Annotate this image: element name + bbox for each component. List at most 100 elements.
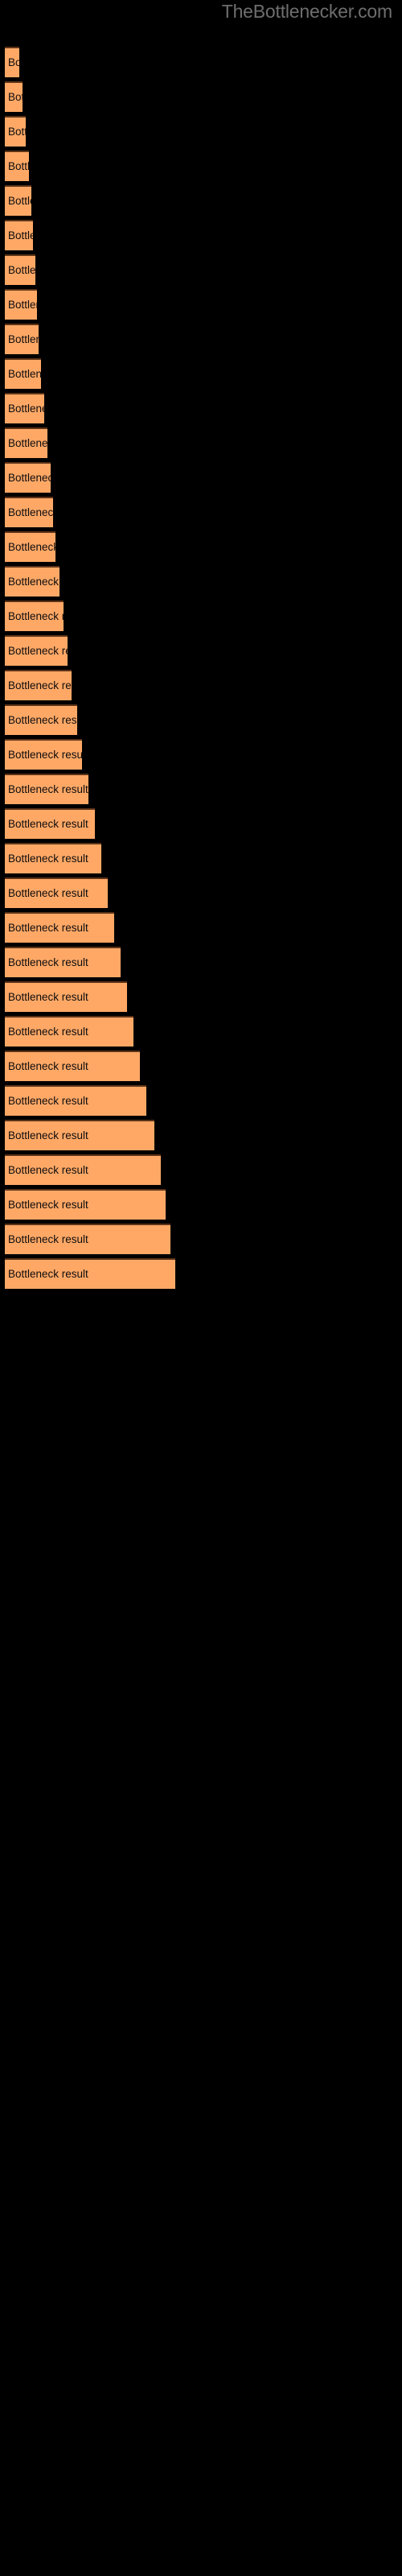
chart-bar-label: Bottleneck result <box>8 402 44 415</box>
chart-bar-label: Bottleneck result <box>8 679 72 691</box>
chart-bar-label: Bottleneck result <box>8 887 88 899</box>
chart-bar-label: Bottleneck result <box>8 749 82 761</box>
chart-bar-row: Bottleneck result <box>5 324 39 354</box>
chart-bar: Bottleneck result <box>5 324 39 354</box>
chart-bar-label: Bottleneck result <box>8 299 37 311</box>
chart-bar-row: Bottleneck result <box>5 185 31 216</box>
chart-bar-row: Bottleneck result <box>5 670 72 700</box>
chart-bar-row: Bottleneck result <box>5 1016 133 1046</box>
chart-bar-row: Bottleneck result <box>5 601 64 631</box>
chart-bar-row: Bottleneck result <box>5 220 33 250</box>
chart-bar-label: Bottleneck result <box>8 126 26 138</box>
chart-bar-label: Bottleneck result <box>8 922 88 934</box>
chart-bar: Bottleneck result <box>5 151 29 181</box>
chart-bar: Bottleneck result <box>5 220 33 250</box>
chart-bar-label: Bottleneck result <box>8 195 31 207</box>
chart-bar-label: Bottleneck result <box>8 437 47 449</box>
chart-bar: Bottleneck result <box>5 601 64 631</box>
chart-bar-row: Bottleneck result <box>5 1051 140 1081</box>
chart-bar: Bottleneck result <box>5 704 77 735</box>
chart-bar-row: Bottleneck result <box>5 774 88 804</box>
chart-bar-label: Bottleneck result <box>8 714 77 726</box>
chart-bar-row: Bottleneck result <box>5 981 127 1012</box>
chart-bar: Bottleneck result <box>5 1085 146 1116</box>
chart-bar-label: Bottleneck result <box>8 1233 88 1245</box>
chart-bar: Bottleneck result <box>5 1120 154 1150</box>
chart-bar-label: Bottleneck result <box>8 472 51 484</box>
chart-bar-row: Bottleneck result <box>5 1154 161 1185</box>
chart-bar-row: Bottleneck result <box>5 635 68 666</box>
chart-bar-label: Bottleneck result <box>8 1199 88 1211</box>
bottleneck-bar-chart: Bottleneck result Bottleneck result Bottle… <box>0 0 402 2576</box>
chart-bar: Bottleneck result <box>5 81 23 112</box>
chart-bar-row: Bottleneck result <box>5 566 59 597</box>
chart-bar-row: Bottleneck result <box>5 151 29 181</box>
chart-bar-row: Bottleneck result <box>5 843 101 873</box>
chart-bar: Bottleneck result <box>5 670 72 700</box>
chart-bar-row: Bottleneck result <box>5 531 55 562</box>
chart-bar: Bottleneck result <box>5 877 108 908</box>
chart-bar-row: Bottleneck result <box>5 704 77 735</box>
chart-bar-label: Bottleneck result <box>8 645 68 657</box>
chart-bar-row: Bottleneck result <box>5 877 108 908</box>
chart-bar: Bottleneck result <box>5 462 51 493</box>
chart-bar: Bottleneck result <box>5 531 55 562</box>
chart-bar-label: Bottleneck result <box>8 264 35 276</box>
chart-bar-row: Bottleneck result <box>5 358 41 389</box>
chart-bar-row: Bottleneck result <box>5 116 26 147</box>
chart-bar: Bottleneck result <box>5 739 82 770</box>
chart-bar: Bottleneck result <box>5 1189 166 1220</box>
chart-bar: Bottleneck result <box>5 254 35 285</box>
chart-bar-label: Bottleneck result <box>8 160 29 172</box>
chart-bar-label: Bottleneck result <box>8 333 39 345</box>
chart-bar-row: Bottleneck result <box>5 947 121 977</box>
chart-bar-label: Bottleneck result <box>8 1026 88 1038</box>
chart-bar-row: Bottleneck result <box>5 739 82 770</box>
chart-bar-label: Bottleneck result <box>8 956 88 968</box>
chart-bar-label: Bottleneck result <box>8 991 88 1003</box>
chart-bar: Bottleneck result <box>5 774 88 804</box>
chart-bar-label: Bottleneck result <box>8 91 23 103</box>
chart-bar: Bottleneck result <box>5 427 47 458</box>
chart-bar-label: Bottleneck result <box>8 783 88 795</box>
chart-bar: Bottleneck result <box>5 1224 170 1254</box>
chart-bar-row: Bottleneck result <box>5 254 35 285</box>
chart-bar-label: Bottleneck result <box>8 56 19 68</box>
chart-bar: Bottleneck result <box>5 358 41 389</box>
chart-bar-label: Bottleneck result <box>8 229 33 242</box>
chart-bar: Bottleneck result <box>5 808 95 839</box>
chart-bar: Bottleneck result <box>5 47 19 77</box>
chart-bar: Bottleneck result <box>5 1016 133 1046</box>
chart-bar-row: Bottleneck result <box>5 808 95 839</box>
chart-bar: Bottleneck result <box>5 981 127 1012</box>
chart-bar: Bottleneck result <box>5 116 26 147</box>
chart-bar-row: Bottleneck result <box>5 1224 170 1254</box>
chart-bar-row: Bottleneck result <box>5 497 53 527</box>
chart-bar: Bottleneck result <box>5 1154 161 1185</box>
chart-bar: Bottleneck result <box>5 289 37 320</box>
chart-bar-label: Bottleneck result <box>8 1095 88 1107</box>
chart-bar: Bottleneck result <box>5 843 101 873</box>
chart-bar-row: Bottleneck result <box>5 1120 154 1150</box>
chart-bar: Bottleneck result <box>5 393 44 423</box>
chart-bar-row: Bottleneck result <box>5 462 51 493</box>
chart-bar-label: Bottleneck result <box>8 1129 88 1141</box>
chart-bar: Bottleneck result <box>5 497 53 527</box>
chart-bar-label: Bottleneck result <box>8 576 59 588</box>
chart-bar-label: Bottleneck result <box>8 506 53 518</box>
chart-bar-label: Bottleneck result <box>8 852 88 865</box>
chart-bar-row: Bottleneck result <box>5 289 37 320</box>
chart-bar-label: Bottleneck result <box>8 1164 88 1176</box>
chart-bar-label: Bottleneck result <box>8 1060 88 1072</box>
chart-bar: Bottleneck result <box>5 635 68 666</box>
chart-bar: Bottleneck result <box>5 1258 175 1289</box>
chart-bar-row: Bottleneck result <box>5 47 19 77</box>
chart-bar-label: Bottleneck result <box>8 1268 88 1280</box>
chart-bar-row: Bottleneck result <box>5 81 23 112</box>
chart-bar-row: Bottleneck result <box>5 1258 175 1289</box>
chart-bar-label: Bottleneck result <box>8 818 88 830</box>
chart-bar-row: Bottleneck result <box>5 427 47 458</box>
chart-bar-label: Bottleneck result <box>8 368 41 380</box>
chart-bar: Bottleneck result <box>5 912 114 943</box>
chart-bar-row: Bottleneck result <box>5 1189 166 1220</box>
